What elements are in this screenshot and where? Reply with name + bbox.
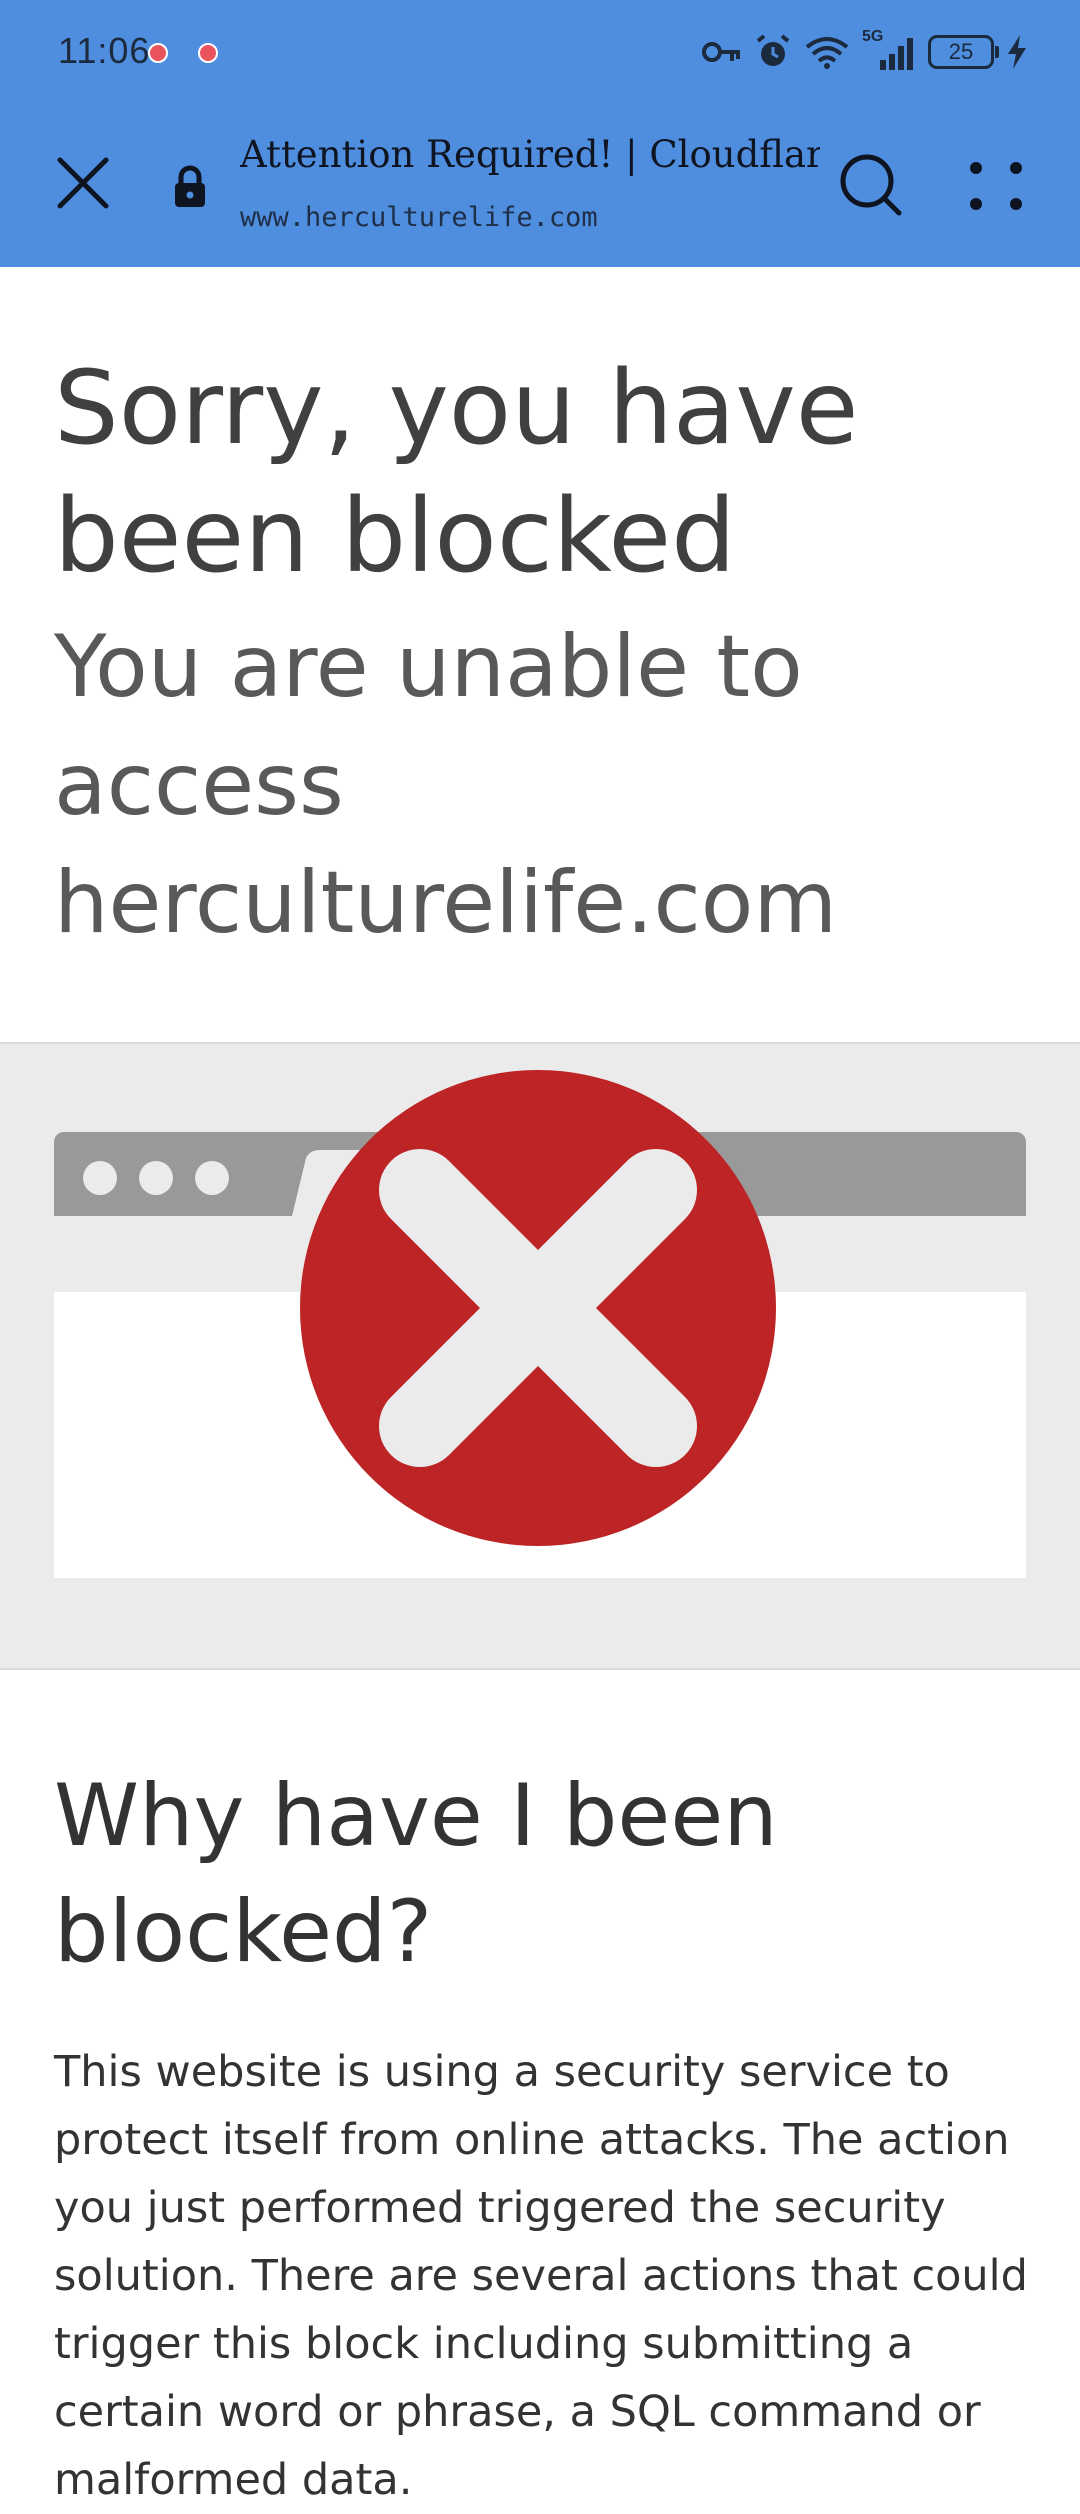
signal-icon: 5G [862, 28, 916, 72]
battery-icon: 25 [928, 35, 999, 69]
explanation-text: This website is using a security service… [54, 2047, 1028, 2505]
battery-level: 25 [948, 39, 974, 64]
page-url[interactable]: www.herculturelife.com [240, 202, 820, 233]
notification-dot-icon [148, 43, 168, 63]
browser-header: 11:06 5G 25 Attention Required! | Cloudf… [0, 0, 1080, 267]
status-icons: 5G 25 [702, 28, 1028, 74]
search-icon[interactable] [836, 150, 906, 220]
charging-bolt-icon [1008, 35, 1026, 69]
more-menu-icon[interactable] [962, 152, 1030, 220]
error-x-icon [300, 1070, 776, 1546]
wifi-icon [805, 37, 849, 69]
notification-dot-icon [198, 43, 218, 63]
block-subheadline: You are unable to access herculturelife.… [54, 617, 838, 953]
lock-icon[interactable] [172, 164, 208, 208]
close-icon[interactable] [50, 150, 116, 216]
block-headline: Sorry, you have been blocked [54, 349, 859, 596]
status-time: 11:06 [58, 30, 151, 71]
why-blocked-heading: Why have I been blocked? [54, 1766, 778, 1982]
key-icon [702, 42, 740, 62]
page-title[interactable]: Attention Required! | Cloudflare [240, 133, 820, 176]
alarm-icon [756, 34, 790, 66]
